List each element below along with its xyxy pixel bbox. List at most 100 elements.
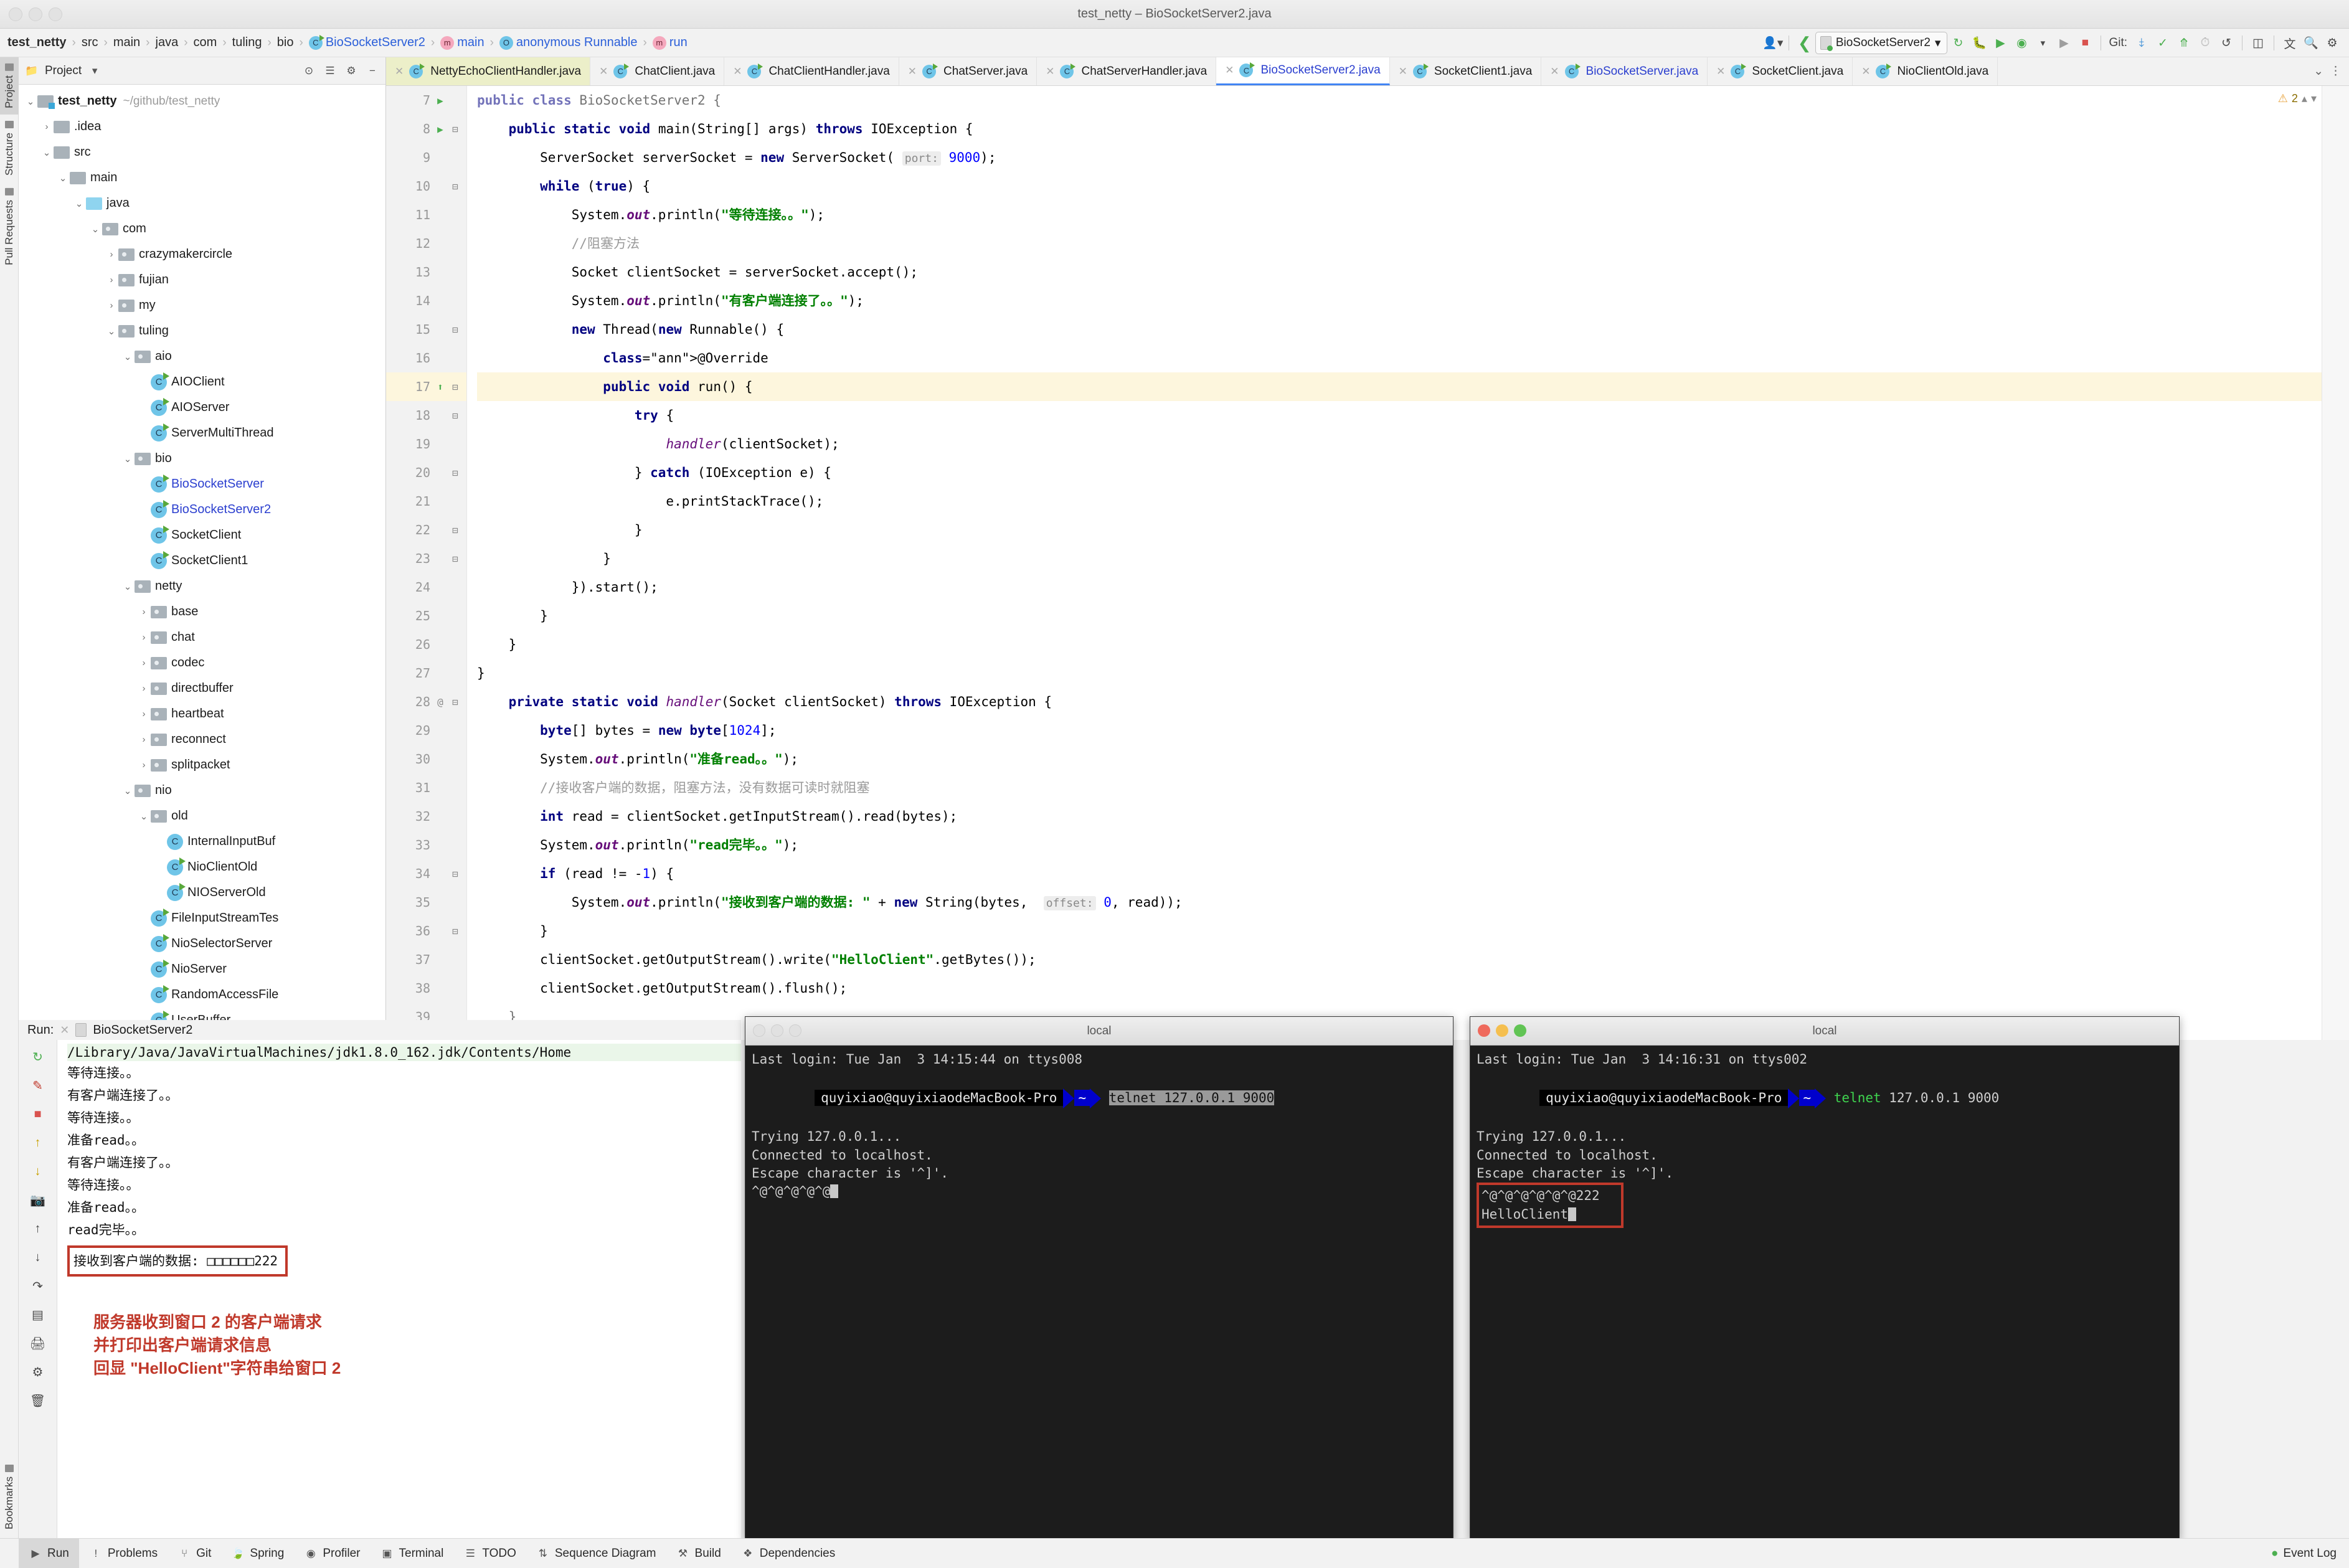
code-line[interactable]: clientSocket.getOutputStream().flush(); [477,974,2349,1003]
sidebar-item-bookmarks[interactable]: Bookmarks [0,1458,19,1536]
fold-icon[interactable]: ⊟ [450,696,460,708]
code-line[interactable]: System.out.println("接收到客户端的数据: " + new S… [477,888,2349,917]
code-line[interactable]: } [477,659,2349,687]
fold-icon[interactable]: ⊟ [450,868,460,880]
line-number[interactable]: 21 [386,487,466,516]
tree-node[interactable]: C AIOClient [19,369,385,395]
settings-icon[interactable]: ⚙ [343,63,359,79]
tree-node[interactable]: ⌄ bio [19,446,385,471]
code-line[interactable]: }).start(); [477,573,2349,602]
run-console[interactable]: /Library/Java/JavaVirtualMachines/jdk1.8… [57,1040,741,1538]
line-number[interactable]: 16 [386,344,466,372]
status-bar-item-spring[interactable]: 🍃 Spring [221,1539,294,1568]
camera-icon[interactable]: 📷 [27,1189,49,1211]
line-number[interactable]: 35 [386,888,466,917]
chevron-right-icon[interactable]: › [105,275,118,285]
code-line[interactable]: new Thread(new Runnable() { [477,315,2349,344]
editor-tabs-overflow[interactable]: ⌄ ⋮ [2306,57,2349,85]
terminal-2-body[interactable]: Last login: Tue Jan 3 14:16:31 on ttys00… [1470,1046,2179,1540]
chevron-down-icon[interactable]: ⌄ [105,326,118,337]
line-number[interactable]: 25 [386,602,466,630]
tree-node[interactable]: C NioServer [19,956,385,982]
editor-tab[interactable]: ✕ C NettyEchoClientHandler.java [386,57,591,85]
tree-node[interactable]: ⌄ src [19,139,385,165]
minimize-icon[interactable] [1496,1024,1508,1037]
line-number[interactable]: 23 ⊟ [386,544,466,573]
chevron-down-icon[interactable]: ⌄ [121,453,135,465]
breadcrumb-item-project[interactable]: test_netty [7,35,66,50]
status-bar-item-git[interactable]: ⑂ Git [168,1539,221,1568]
error-stripe-gutter[interactable] [2322,86,2349,1040]
chevron-down-icon[interactable]: ⌄ [137,811,151,822]
fold-icon[interactable]: ⊟ [450,553,460,565]
close-icon[interactable]: ✕ [1716,65,1725,78]
fold-icon[interactable]: ⊟ [450,524,460,536]
line-number[interactable]: 31 [386,773,466,802]
close-icon[interactable]: ✕ [1225,64,1234,77]
fold-icon[interactable]: ⊟ [450,410,460,422]
editor-tabs[interactable]: ✕ C NettyEchoClientHandler.java ✕ C ChatClien… [386,57,2349,86]
editor-tab[interactable]: ✕ C NioClientOld.java [1853,57,1998,85]
chevron-down-icon[interactable]: ⌄ [88,224,102,235]
diff-icon[interactable]: ◫ [2247,32,2269,54]
status-bar-item-dependencies[interactable]: ❖ Dependencies [731,1539,845,1568]
chevron-down-icon[interactable]: ⌄ [121,581,135,592]
tree-node[interactable]: › crazymakercircle [19,242,385,267]
terminal-1-body[interactable]: Last login: Tue Jan 3 14:15:44 on ttys00… [745,1046,1453,1540]
chevron-right-icon[interactable]: › [40,121,54,132]
tree-node[interactable]: › codec [19,650,385,676]
chevron-right-icon[interactable]: › [137,760,151,770]
chevron-right-icon[interactable]: › [137,709,151,719]
tree-node[interactable]: › reconnect [19,727,385,752]
line-number[interactable]: 15 ⊟ [386,315,466,344]
chevron-right-icon[interactable]: › [137,683,151,694]
down-arrow-icon[interactable]: ↓ [27,1247,49,1268]
close-icon[interactable]: ✕ [599,65,608,78]
git-update-icon[interactable]: ⤈ [2131,32,2152,54]
code-area[interactable]: 7 ▶ 8 ▶ ⊟ 9 10 ⊟ 11 12 13 14 15 ⊟ 16 17 ⬆ ⊟ 18 ⊟ 19 20 ⊟ 21 22 ⊟ 2… [386,86,2349,1040]
tree-node[interactable]: C FileInputStreamTes [19,905,385,931]
line-number[interactable]: 27 [386,659,466,687]
code-line[interactable]: byte[] bytes = new byte[1024]; [477,716,2349,745]
code-line[interactable]: System.out.println("准备read。。"); [477,745,2349,773]
settings-icon[interactable]: ⚙ [27,1361,49,1382]
breadcrumb-item-bio[interactable]: bio [277,35,294,50]
terminal-window-1[interactable]: local Last login: Tue Jan 3 14:15:44 on … [745,1016,1453,1541]
line-number-gutter[interactable]: 7 ▶ 8 ▶ ⊟ 9 10 ⊟ 11 12 13 14 15 ⊟ 16 17 ⬆ ⊟ 18 ⊟ 19 20 ⊟ 21 22 ⊟ 2… [386,86,467,1040]
code-line[interactable]: public void run() { [477,372,2349,401]
line-number[interactable]: 38 [386,974,466,1003]
chevron-right-icon[interactable]: › [137,607,151,617]
status-bar-item-run[interactable]: ▶ Run [19,1538,79,1568]
up-arrow-icon[interactable]: ↑ [27,1132,49,1153]
breadcrumb-item-src[interactable]: src [82,35,98,50]
chevron-down-icon[interactable]: ⌄ [24,96,37,107]
scroll-end-icon[interactable]: ▤ [27,1304,49,1325]
line-number[interactable]: 24 [386,573,466,602]
code-line[interactable]: clientSocket.getOutputStream().write("He… [477,945,2349,974]
chevron-down-icon[interactable]: ▾ [2311,92,2317,105]
code-line[interactable]: handler(clientSocket); [477,430,2349,458]
maximize-icon[interactable] [789,1024,801,1037]
close-icon[interactable]: ✕ [908,65,917,78]
terminal-1-window-controls[interactable] [753,1024,801,1037]
tree-node[interactable]: › directbuffer [19,676,385,701]
line-number[interactable]: 22 ⊟ [386,516,466,544]
editor-tab[interactable]: ✕ C BioSocketServer2.java [1216,57,1390,85]
run-gutter-icon[interactable]: ▶ [435,95,445,106]
editor-tab[interactable]: ✕ C SocketClient1.java [1390,57,1542,85]
chevron-up-icon[interactable]: ▴ [2302,92,2307,105]
line-number[interactable]: 30 [386,745,466,773]
sidebar-item-pull-requests[interactable]: Pull Requests [0,182,19,272]
close-window-button[interactable] [9,7,22,21]
source-code[interactable]: public class BioSocketServer2 { public s… [467,86,2349,1040]
chevron-down-icon[interactable]: ▾ [2032,32,2053,54]
close-icon[interactable]: ✕ [395,65,404,78]
stop-icon[interactable]: ■ [27,1103,49,1125]
chevron-down-icon[interactable]: ⌄ [56,172,70,184]
tree-node[interactable]: C AIOServer [19,395,385,420]
editor-tab[interactable]: ✕ C ChatClient.java [590,57,725,85]
line-number[interactable]: 11 [386,201,466,229]
breadcrumb-item-class[interactable]: C BioSocketServer2 [308,34,425,50]
code-line[interactable]: System.out.println("read完毕。。"); [477,831,2349,859]
close-icon[interactable] [753,1024,765,1037]
